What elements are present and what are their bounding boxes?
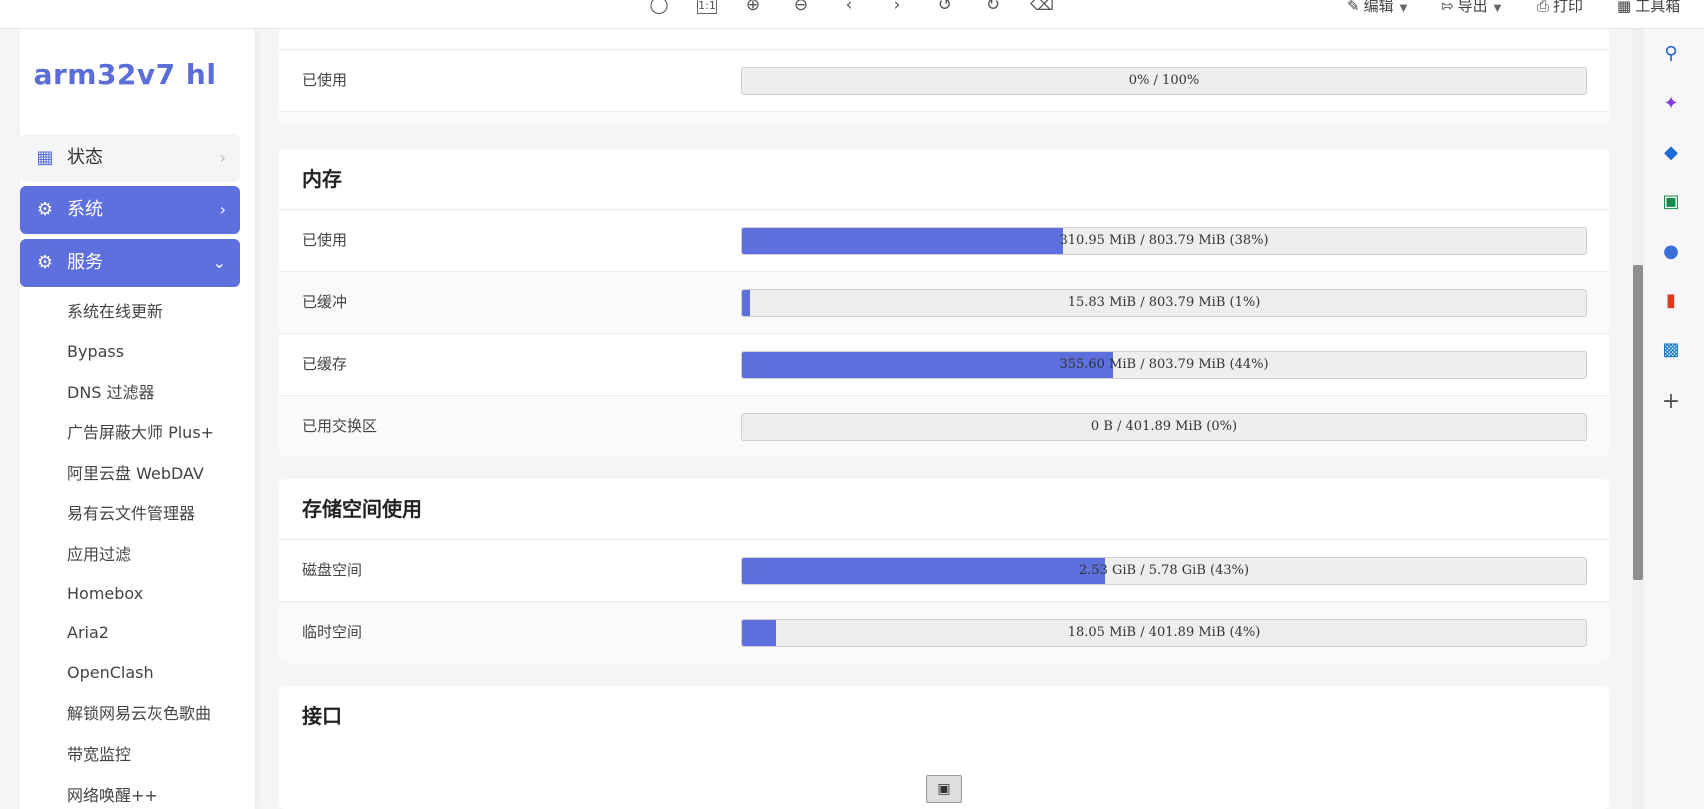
- submenu-item[interactable]: 网络唤醒++: [67, 783, 158, 809]
- edit-menu[interactable]: ✎ 编辑 ▼: [1347, 0, 1407, 17]
- submenu-item[interactable]: OpenClash: [67, 660, 154, 686]
- chevron-down-icon: ⌄: [212, 253, 226, 272]
- progress-bar: 0% / 100%: [741, 67, 1587, 95]
- services-icon: ⚙: [36, 252, 54, 273]
- submenu-item[interactable]: 解锁网易云灰色歌曲: [67, 701, 211, 727]
- ethernet-port-icon[interactable]: ▣: [926, 775, 962, 803]
- mouse-icon[interactable]: ◯: [648, 0, 670, 16]
- zoom-out-icon[interactable]: ⊖: [790, 0, 812, 16]
- chevron-right-icon: ›: [219, 148, 226, 167]
- chevron-down-icon: ▼: [1399, 3, 1408, 14]
- interfaces-title: 接口: [279, 686, 1609, 746]
- print-label: 打印: [1553, 0, 1584, 15]
- actual-size-icon[interactable]: 1:1: [697, 0, 717, 14]
- progress-bar: 15.83 MiB / 803.79 MiB (1%): [741, 289, 1587, 317]
- menu-item-system[interactable]: ⚙ 系统 ›: [20, 186, 240, 234]
- people-icon[interactable]: ●: [1659, 240, 1683, 264]
- sparkle-icon[interactable]: ✦: [1659, 92, 1683, 116]
- zoom-in-icon[interactable]: ⊕: [742, 0, 764, 16]
- submenu-item[interactable]: 阿里云盘 WebDAV: [67, 461, 204, 487]
- row-label: 已使用: [302, 231, 348, 249]
- chevron-right-icon: ›: [219, 200, 226, 219]
- menu-item-status[interactable]: ▦ 状态 ›: [20, 134, 240, 182]
- submenu-item[interactable]: 广告屏蔽大师 Plus+: [67, 420, 214, 446]
- shopping-icon[interactable]: ▣: [1659, 190, 1683, 214]
- memory-card: 内存 已使用 310.95 MiB / 803.79 MiB (38%) 已缓冲…: [279, 149, 1609, 457]
- menu-item-label: 服务: [67, 252, 103, 273]
- progress-bar: 355.60 MiB / 803.79 MiB (44%): [741, 351, 1587, 379]
- export-label: 导出: [1457, 0, 1488, 15]
- search-icon[interactable]: ⚲: [1659, 42, 1683, 66]
- progress-text: 310.95 MiB / 803.79 MiB (38%): [1059, 233, 1269, 248]
- printer-icon: ⎙: [1537, 0, 1550, 15]
- progress-text: 15.83 MiB / 803.79 MiB (1%): [1067, 295, 1261, 310]
- rotate-right-icon[interactable]: ↻: [982, 0, 1004, 16]
- row-label: 已缓存: [302, 355, 348, 373]
- grid-icon: ▦: [1617, 0, 1632, 15]
- row-label: 临时空间: [302, 623, 363, 641]
- submenu-item[interactable]: 易有云文件管理器: [67, 501, 195, 527]
- submenu-item[interactable]: DNS 过滤器: [67, 380, 155, 406]
- export-menu[interactable]: ⇰ 导出 ▼: [1441, 0, 1501, 17]
- office-icon[interactable]: ▮: [1659, 289, 1683, 313]
- delete-icon[interactable]: ⌫: [1030, 0, 1054, 16]
- edit-icon: ✎: [1347, 0, 1360, 15]
- storage-card: 存储空间使用 磁盘空间 2.53 GiB / 5.78 GiB (43%) 临时…: [279, 479, 1609, 663]
- disk-space-row: 磁盘空间 2.53 GiB / 5.78 GiB (43%): [279, 540, 1609, 602]
- menu-item-label: 状态: [67, 147, 103, 168]
- progress-text: 0 B / 401.89 MiB (0%): [1090, 419, 1238, 434]
- row-label: 已用交换区: [302, 417, 378, 435]
- memory-cached-row: 已缓存 355.60 MiB / 803.79 MiB (44%): [279, 334, 1609, 396]
- tag-icon[interactable]: ◆: [1659, 141, 1683, 165]
- chevron-down-icon: ▼: [1493, 3, 1502, 14]
- menu-item-label: 系统: [67, 199, 103, 220]
- sidebar: arm32v7 hl ▦ 状态 › ⚙ 系统 › ⚙ 服务 ⌄ 系统在线更新 B…: [20, 28, 255, 809]
- plus-icon[interactable]: +: [1659, 390, 1683, 414]
- edit-label: 编辑: [1363, 0, 1394, 15]
- storage-title: 存储空间使用: [279, 479, 1609, 540]
- progress-text: 0% / 100%: [1128, 73, 1200, 88]
- row-label: 磁盘空间: [302, 561, 363, 579]
- memory-swap-row: 已用交换区 0 B / 401.89 MiB (0%): [279, 396, 1609, 457]
- rotate-left-icon[interactable]: ↺: [934, 0, 956, 16]
- progress-bar: 310.95 MiB / 803.79 MiB (38%): [741, 227, 1587, 255]
- next-icon[interactable]: ›: [886, 0, 908, 16]
- progress-bar: 18.05 MiB / 401.89 MiB (4%): [741, 619, 1587, 647]
- dashboard-icon: ▦: [36, 147, 54, 168]
- submenu-item[interactable]: Aria2: [67, 620, 109, 646]
- temp-space-row: 临时空间 18.05 MiB / 401.89 MiB (4%): [279, 602, 1609, 663]
- outlook-icon[interactable]: ▩: [1659, 338, 1683, 362]
- row-label: 已使用: [302, 71, 348, 89]
- gear-icon: ⚙: [36, 199, 54, 220]
- progress-text: 2.53 GiB / 5.78 GiB (43%): [1078, 563, 1250, 578]
- viewer-toolbar: ◯ 1:1 ⊕ ⊖ ‹ › ↺ ↻ ⌫ ✎ 编辑 ▼ ⇰ 导出 ▼ ⎙ 打印 ▦ 工具箱: [0, 0, 1704, 29]
- export-icon: ⇰: [1441, 0, 1454, 15]
- memory-buffered-row: 已缓冲 15.83 MiB / 803.79 MiB (1%): [279, 272, 1609, 334]
- submenu-item[interactable]: 应用过滤: [67, 542, 131, 568]
- toolbox-button[interactable]: ▦ 工具箱: [1617, 0, 1680, 17]
- progress-bar: 2.53 GiB / 5.78 GiB (43%): [741, 557, 1587, 585]
- menu-item-services[interactable]: ⚙ 服务 ⌄: [20, 239, 240, 287]
- submenu-item[interactable]: 系统在线更新: [67, 299, 163, 325]
- submenu-item[interactable]: Homebox: [67, 581, 143, 607]
- progress-text: 18.05 MiB / 401.89 MiB (4%): [1067, 625, 1261, 640]
- progress-bar: 0 B / 401.89 MiB (0%): [741, 413, 1587, 441]
- progress-text: 355.60 MiB / 803.79 MiB (44%): [1059, 357, 1269, 372]
- submenu-item[interactable]: Bypass: [67, 339, 124, 365]
- print-button[interactable]: ⎙ 打印: [1537, 0, 1583, 17]
- brand-logo[interactable]: arm32v7 hl: [20, 58, 230, 91]
- memory-title: 内存: [279, 149, 1609, 210]
- toolbox-label: 工具箱: [1635, 0, 1681, 15]
- cpu-used-row: 已使用 0% / 100%: [279, 50, 1609, 112]
- submenu-item[interactable]: 带宽监控: [67, 742, 131, 768]
- prev-icon[interactable]: ‹: [838, 0, 860, 16]
- row-label: 已缓冲: [302, 293, 348, 311]
- scrollbar-thumb[interactable]: [1633, 265, 1643, 580]
- memory-used-row: 已使用 310.95 MiB / 803.79 MiB (38%): [279, 210, 1609, 272]
